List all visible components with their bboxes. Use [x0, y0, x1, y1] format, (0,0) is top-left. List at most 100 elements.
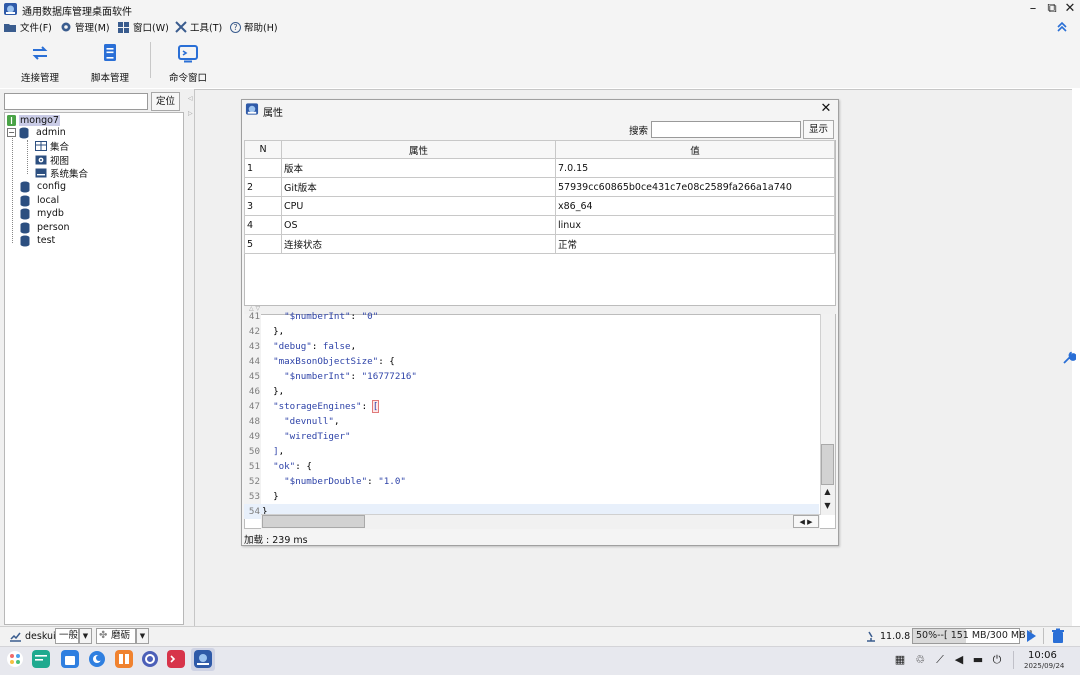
- clock-time[interactable]: 10:06: [1028, 650, 1057, 661]
- database-icon: [20, 195, 30, 206]
- row-number: 2: [244, 177, 282, 197]
- tree-node-views[interactable]: 视图: [35, 153, 69, 167]
- collapse-chevron-icon[interactable]: [1055, 20, 1069, 34]
- row-number: 5: [244, 234, 282, 254]
- connection-manage-label: 连接管理: [20, 73, 59, 84]
- row-value: 57939cc60865b0ce431c7e08c2589fa266a1a740: [555, 177, 835, 197]
- table-row[interactable]: 5 连接状态 正常: [244, 234, 835, 254]
- menu-tools-label: 工具(T): [190, 23, 223, 34]
- tree-node-person[interactable]: person: [20, 221, 70, 234]
- splitter-expand-icon[interactable]: ▷: [188, 110, 193, 117]
- menu-manage[interactable]: 管理(M): [60, 20, 110, 34]
- row-number: 3: [244, 196, 282, 216]
- code-text: }: [273, 491, 279, 502]
- table-row[interactable]: 3 CPU x86_64: [244, 196, 835, 216]
- code-line[interactable]: 53 }: [244, 489, 819, 504]
- line-number: 49: [248, 431, 260, 442]
- battery-icon[interactable]: ▬: [971, 653, 985, 667]
- tree-guide-line: [12, 131, 13, 243]
- code-line[interactable]: 45 "$numberInt": "16777216": [244, 369, 819, 384]
- wrench-icon[interactable]: [1062, 351, 1076, 365]
- tree-guide-line: [27, 140, 28, 174]
- locate-button[interactable]: 定位: [151, 92, 180, 111]
- tree-node-local[interactable]: local: [20, 194, 59, 207]
- dialog-title-bar[interactable]: [242, 100, 838, 120]
- row-property: OS: [281, 215, 556, 235]
- volume-icon[interactable]: ◀: [952, 653, 966, 667]
- network-icon[interactable]: ⟋: [933, 653, 947, 667]
- horizontal-scroll-thumb[interactable]: [262, 515, 365, 528]
- power-icon[interactable]: ⏻: [990, 653, 1004, 667]
- tree-search-input[interactable]: [4, 93, 148, 110]
- gear-icon: [61, 22, 71, 32]
- table-row[interactable]: 1 版本 7.0.15: [244, 158, 835, 178]
- code-line[interactable]: 46 },: [244, 384, 819, 399]
- trash-icon[interactable]: [1049, 627, 1067, 645]
- scroll-up-arrow-icon[interactable]: ▲: [821, 486, 834, 498]
- tree-node-test[interactable]: test: [20, 234, 55, 247]
- column-header-n[interactable]: N: [244, 140, 282, 159]
- code-line[interactable]: 52 "$numberDouble": "1.0": [244, 474, 819, 489]
- vertical-scroll-thumb[interactable]: [821, 444, 834, 485]
- level-select[interactable]: 一般: [55, 628, 79, 644]
- code-text: ],: [262, 446, 285, 457]
- tree-node-admin[interactable]: − admin: [7, 126, 66, 139]
- table-row[interactable]: 4 OS linux: [244, 215, 835, 235]
- code-line[interactable]: 43 "debug": false,: [244, 339, 819, 354]
- connection-manage-button[interactable]: 连接管理: [10, 40, 70, 86]
- red-terminal-icon[interactable]: [167, 650, 185, 668]
- code-line[interactable]: 41 "$numberInt": "0": [244, 309, 819, 324]
- line-number: 47: [248, 401, 260, 412]
- code-line[interactable]: 51 "ok": {: [244, 459, 819, 474]
- tree-node-system-collections[interactable]: 系统集合: [35, 166, 88, 180]
- table-row[interactable]: 2 Git版本 57939cc60865b0ce431c7e08c2589fa2…: [244, 177, 835, 197]
- terminal-app-icon[interactable]: [32, 650, 50, 668]
- folder-icon: [4, 23, 16, 32]
- scroll-left-right-arrows-icon[interactable]: ◀ ▶: [793, 515, 819, 528]
- close-window-button[interactable]: ✕: [1061, 0, 1079, 18]
- code-line[interactable]: 47 "storageEngines": [: [244, 399, 819, 414]
- collapse-toggle-icon[interactable]: −: [7, 128, 16, 137]
- tree-node-config[interactable]: config: [20, 180, 66, 193]
- column-header-value[interactable]: 值: [555, 140, 835, 159]
- show-button[interactable]: 显示: [803, 120, 834, 139]
- chevron-down-icon[interactable]: ▼: [79, 628, 92, 644]
- dialog-close-button[interactable]: ✕: [818, 100, 834, 118]
- code-line[interactable]: 49 "wiredTiger": [244, 429, 819, 444]
- column-header-property[interactable]: 属性: [281, 140, 556, 159]
- accessibility-icon[interactable]: ♲: [913, 653, 927, 667]
- scroll-down-arrow-icon[interactable]: ▼: [821, 500, 834, 512]
- browser-icon[interactable]: [88, 650, 106, 668]
- db-manager-app-icon[interactable]: [194, 650, 212, 668]
- panel-splitter[interactable]: [186, 89, 194, 626]
- chevron-down-icon[interactable]: ▼: [136, 628, 149, 644]
- files-icon[interactable]: [115, 650, 133, 668]
- launcher-icon[interactable]: [6, 650, 24, 668]
- command-window-button[interactable]: 命令窗口: [158, 40, 218, 86]
- script-manage-button[interactable]: 脚本管理: [80, 40, 140, 86]
- row-property: 连接状态: [281, 234, 556, 254]
- app-logo-icon: [245, 103, 259, 115]
- play-icon[interactable]: [1022, 627, 1040, 645]
- tree-node-collections[interactable]: 集合: [35, 139, 69, 153]
- restore-button[interactable]: ⧉: [1043, 0, 1061, 18]
- menu-help[interactable]: ? 帮助(H): [230, 20, 278, 34]
- code-line[interactable]: 44 "maxBsonObjectSize": {: [244, 354, 819, 369]
- property-search-input[interactable]: [651, 121, 801, 138]
- clock-date[interactable]: 2025/09/24: [1024, 662, 1064, 670]
- code-line[interactable]: 42 },: [244, 324, 819, 339]
- line-number: 45: [248, 371, 260, 382]
- menu-window[interactable]: 窗口(W): [118, 20, 169, 34]
- line-number: 53: [248, 491, 260, 502]
- system-collection-icon: [35, 168, 47, 177]
- keyboard-icon[interactable]: ▦: [893, 653, 907, 667]
- code-line[interactable]: 48 "devnull",: [244, 414, 819, 429]
- minimize-button[interactable]: –: [1024, 0, 1042, 18]
- settings-icon[interactable]: [141, 650, 159, 668]
- tree-node-mydb[interactable]: mydb: [20, 207, 64, 220]
- menu-tools[interactable]: 工具(T): [175, 20, 222, 34]
- menu-file[interactable]: 文件(F): [4, 20, 52, 34]
- splitter-collapse-icon[interactable]: ◁: [188, 95, 193, 102]
- app-store-icon[interactable]: [61, 650, 79, 668]
- code-line[interactable]: 50 ],: [244, 444, 819, 459]
